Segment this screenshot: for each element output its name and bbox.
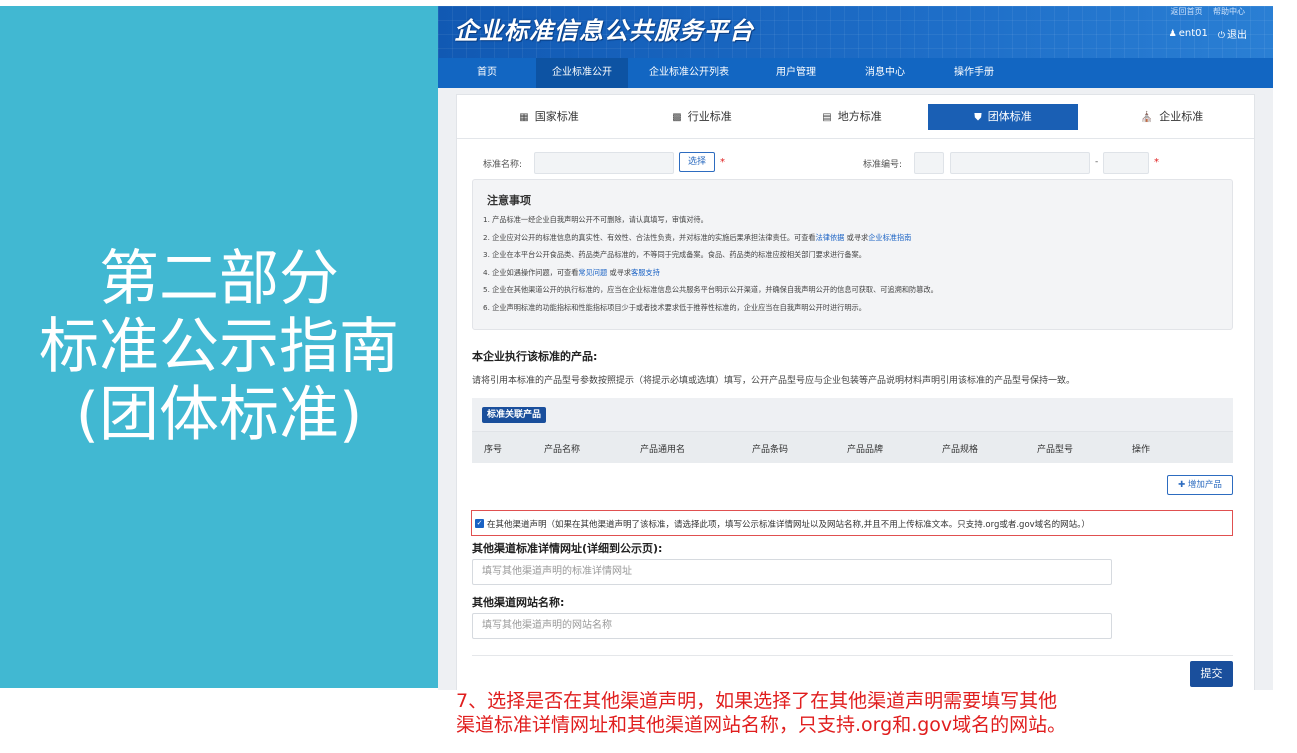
nav-user-management[interactable]: 用户管理 bbox=[750, 58, 842, 88]
tab-local[interactable]: ▤ 地方标准 bbox=[782, 104, 922, 130]
top-links: 返回首页 帮助中心 bbox=[1162, 6, 1245, 17]
caption-line-1: 7、选择是否在其他渠道声明，如果选择了在其他渠道声明需要填写其他 bbox=[456, 690, 1058, 712]
site-header: 企业标准信息公共服务平台 返回首页 帮助中心 ♟ ent01 ⏻ 退出 bbox=[438, 6, 1273, 58]
support-link[interactable]: 客服支持 bbox=[631, 268, 660, 277]
user-menu[interactable]: ♟ ent01 bbox=[1169, 28, 1208, 39]
tab-enterprise-label: 企业标准 bbox=[1159, 110, 1204, 123]
notice-item-5: 5. 企业在其他渠道公开的执行标准的，应当在企业标准信息公共服务平台明示公开渠道… bbox=[483, 285, 938, 294]
home-link[interactable]: 返回首页 bbox=[1170, 7, 1202, 16]
notice-item-2-text: 2. 企业应对公开的标准信息的真实性、有效性、合法性负责，并对标准的实施后果承担… bbox=[483, 233, 816, 242]
standard-type-tabs: ▦ 国家标准 ▩ 行业标准 ▤ 地方标准 ⛊ 团体标准 ⛪ 企业标准 bbox=[457, 95, 1254, 139]
required-mark: * bbox=[1154, 157, 1159, 168]
products-table: 标准关联产品 序号 产品名称 产品通用名 产品条码 产品品牌 产品规格 产品型号… bbox=[472, 398, 1233, 463]
enterprise-guide-link[interactable]: 企业标准指南 bbox=[868, 233, 911, 242]
tab-local-label: 地方标准 bbox=[837, 110, 882, 123]
nav-message-center[interactable]: 消息中心 bbox=[842, 58, 928, 88]
help-link[interactable]: 帮助中心 bbox=[1213, 7, 1245, 16]
section-title-line-2: 标准公示指南 bbox=[39, 312, 399, 382]
user-bar: ♟ ent01 ⏻ 退出 bbox=[1169, 26, 1247, 41]
products-table-tag: 标准关联产品 bbox=[482, 407, 547, 423]
column-header: 产品通用名 bbox=[640, 445, 686, 455]
briefcase-icon: ▩ bbox=[672, 112, 682, 123]
shield-icon: ⛊ bbox=[974, 112, 982, 123]
notice-item-4-text: 4. 企业如遇操作问题，可查看 bbox=[483, 268, 579, 277]
other-channel-text: 在其他渠道声明（如果在其他渠道声明了该标准，请选择此项，填写公示标准详情网址以及… bbox=[487, 520, 1090, 530]
other-channel-checkbox[interactable]: ✓ bbox=[475, 519, 484, 528]
column-header: 产品型号 bbox=[1037, 445, 1074, 455]
standard-number-input[interactable] bbox=[950, 152, 1090, 174]
column-header: 序号 bbox=[484, 445, 503, 455]
standard-number-label: 标准编号: bbox=[863, 160, 903, 170]
other-url-input[interactable]: 填写其他渠道声明的标准详情网址 bbox=[472, 559, 1112, 585]
section-title-line-3: (团体标准) bbox=[75, 380, 363, 450]
notice-item-2-mid: 或寻求 bbox=[844, 233, 869, 242]
caption-line-2: 渠道标准详情网址和其他渠道网站名称，只支持.org和.gov域名的网站。 bbox=[456, 714, 1067, 736]
app-screenshot: 企业标准信息公共服务平台 返回首页 帮助中心 ♟ ent01 ⏻ 退出 首页 企业标… bbox=[438, 6, 1273, 690]
main-content: ▦ 国家标准 ▩ 行业标准 ▤ 地方标准 ⛊ 团体标准 ⛪ 企业标准 标准名称: 选择 *… bbox=[456, 94, 1255, 690]
column-header: 操作 bbox=[1132, 445, 1151, 455]
instruction-caption: 7、选择是否在其他渠道声明，如果选择了在其他渠道声明需要填写其他 渠道标准详情网… bbox=[456, 689, 1256, 737]
nav-home[interactable]: 首页 bbox=[438, 58, 536, 88]
slide: 第二部分 标准公示指南 (团体标准) 企业标准信息公共服务平台 返回首页 帮助中… bbox=[0, 0, 1297, 753]
standard-name-input[interactable] bbox=[534, 152, 674, 174]
notice-item-4-mid: 或寻求 bbox=[607, 268, 632, 277]
standard-number-prefix-input[interactable] bbox=[914, 152, 944, 174]
legal-basis-link[interactable]: 法律依据 bbox=[816, 233, 845, 242]
notice-item-1: 1. 产品标准一经企业自我声明公开不可删除，请认真填写，审慎对待。 bbox=[483, 215, 708, 224]
column-header: 产品规格 bbox=[942, 445, 979, 455]
section-title-line-1: 第二部分 bbox=[99, 244, 339, 314]
notice-title: 注意事项 bbox=[487, 194, 531, 207]
other-site-label: 其他渠道网站名称: bbox=[472, 596, 565, 609]
tab-industry-label: 行业标准 bbox=[687, 110, 732, 123]
add-product-button[interactable]: ✚ 增加产品 bbox=[1167, 475, 1233, 495]
notice-item-3: 3. 企业在本平台公开食品类、药品类产品标准的，不等同于完成备案。食品、药品类的… bbox=[483, 250, 866, 259]
tab-industry[interactable]: ▩ 行业标准 bbox=[632, 104, 772, 130]
notice-item-6: 6. 企业声明标准的功能指标和性能指标项目少于或者技术要求低于推荐性标准的，企业… bbox=[483, 303, 866, 312]
divider bbox=[472, 655, 1233, 656]
products-table-header: 序号 产品名称 产品通用名 产品条码 产品品牌 产品规格 产品型号 操作 bbox=[472, 431, 1233, 463]
notice-box: 注意事项 1. 产品标准一经企业自我声明公开不可删除，请认真填写，审慎对待。 2… bbox=[472, 179, 1233, 330]
book-icon: ▦ bbox=[519, 112, 529, 123]
site-title: 企业标准信息公共服务平台 bbox=[454, 17, 754, 45]
products-description: 请将引用本标准的产品型号参数按照提示（将提示必填或选填）填写，公开产品型号应与企… bbox=[472, 376, 1076, 386]
standard-name-label: 标准名称: bbox=[483, 160, 523, 170]
column-header: 产品名称 bbox=[544, 445, 581, 455]
logout-button[interactable]: ⏻ 退出 bbox=[1218, 26, 1247, 41]
nav-standard-publish[interactable]: 企业标准公开 bbox=[536, 58, 628, 88]
bank-icon: ⛪ bbox=[1140, 112, 1154, 123]
tab-group[interactable]: ⛊ 团体标准 bbox=[928, 104, 1078, 130]
section-title-panel: 第二部分 标准公示指南 (团体标准) bbox=[0, 6, 438, 688]
select-button[interactable]: 选择 bbox=[679, 152, 715, 172]
plus-icon: ✚ bbox=[1178, 480, 1186, 490]
document-icon: ▤ bbox=[822, 112, 832, 123]
notice-item-2: 2. 企业应对公开的标准信息的真实性、有效性、合法性负责，并对标准的实施后果承担… bbox=[483, 233, 911, 243]
standard-year-input[interactable] bbox=[1103, 152, 1149, 174]
add-product-label: 增加产品 bbox=[1187, 480, 1222, 490]
column-header: 产品条码 bbox=[752, 445, 789, 455]
logout-label: 退出 bbox=[1227, 30, 1247, 41]
nav-manual[interactable]: 操作手册 bbox=[928, 58, 1020, 88]
other-url-label: 其他渠道标准详情网址(详细到公示页): bbox=[472, 542, 663, 555]
required-mark: * bbox=[720, 157, 725, 168]
other-site-input[interactable]: 填写其他渠道声明的网站名称 bbox=[472, 613, 1112, 639]
tab-group-label: 团体标准 bbox=[987, 110, 1032, 123]
products-title: 本企业执行该标准的产品: bbox=[472, 350, 598, 363]
standard-number-dash: - bbox=[1095, 157, 1099, 167]
username: ent01 bbox=[1178, 28, 1208, 39]
power-icon: ⏻ bbox=[1217, 31, 1225, 41]
nav-standard-list[interactable]: 企业标准公开列表 bbox=[628, 58, 750, 88]
tab-enterprise[interactable]: ⛪ 企业标准 bbox=[1102, 104, 1242, 130]
tab-national-label: 国家标准 bbox=[534, 110, 579, 123]
user-icon: ♟ bbox=[1168, 29, 1177, 39]
submit-button[interactable]: 提交 bbox=[1190, 661, 1233, 687]
notice-item-4: 4. 企业如遇操作问题，可查看常见问题 或寻求客服支持 bbox=[483, 268, 660, 278]
other-channel-declaration: ✓ 在其他渠道声明（如果在其他渠道声明了该标准，请选择此项，填写公示标准详情网址… bbox=[471, 510, 1233, 536]
faq-link[interactable]: 常见问题 bbox=[578, 268, 607, 277]
column-header: 产品品牌 bbox=[847, 445, 884, 455]
tab-national[interactable]: ▦ 国家标准 bbox=[479, 104, 619, 130]
main-nav: 首页 企业标准公开 企业标准公开列表 用户管理 消息中心 操作手册 bbox=[438, 58, 1273, 88]
